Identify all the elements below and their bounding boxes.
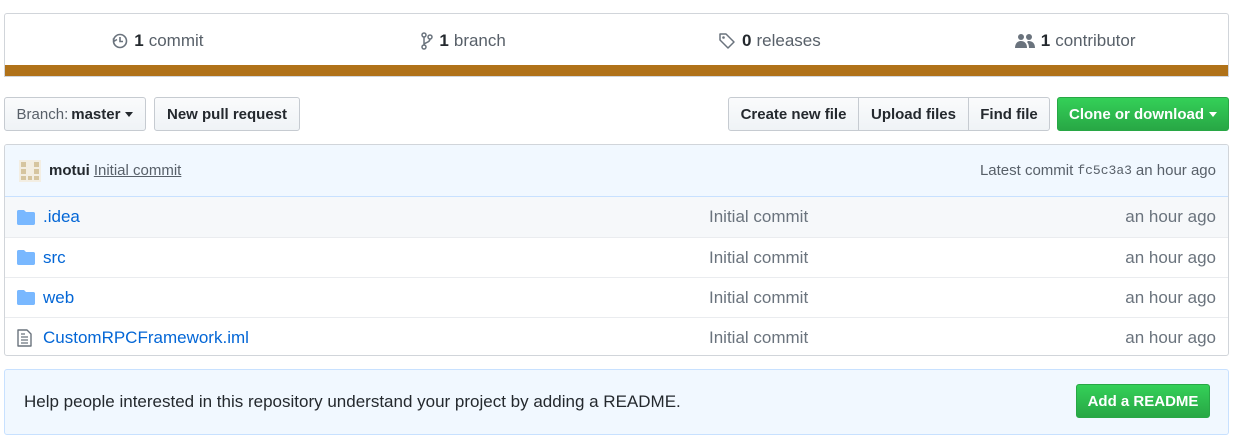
contributors-link[interactable]: 1 contributor (922, 31, 1228, 51)
table-row: web Initial commit an hour ago (5, 277, 1228, 317)
tag-icon (718, 32, 736, 50)
file-name-link[interactable]: CustomRPCFramework.iml (43, 328, 709, 348)
clone-or-download-label: Clone or download (1069, 105, 1204, 123)
branch-prefix: Branch: (16, 105, 69, 123)
file-age: an hour ago (1125, 287, 1216, 307)
folder-icon (17, 250, 39, 265)
file-name-link[interactable]: web (43, 288, 709, 308)
upload-files-button[interactable]: Upload files (858, 97, 969, 131)
commit-age: an hour ago (1135, 162, 1216, 179)
table-row: CustomRPCFramework.iml Initial commit an… (5, 317, 1228, 355)
repo-summary: 1 commit 1 branch 0 releases 1 contribut… (4, 13, 1229, 77)
table-row: src Initial commit an hour ago (5, 237, 1228, 277)
releases-count: 0 (742, 30, 752, 50)
find-file-button[interactable]: Find file (968, 97, 1050, 131)
table-row: .idea Initial commit an hour ago (5, 197, 1228, 237)
latest-commit-info: Latest commit fc5c3a3 an hour ago (980, 162, 1216, 179)
folder-icon (17, 209, 39, 225)
contributors-count: 1 (1040, 30, 1051, 50)
branches-link[interactable]: 1 branch (311, 31, 617, 51)
branch-name: master (71, 105, 121, 123)
releases-label: releases (756, 30, 821, 50)
file-age: an hour ago (1125, 327, 1216, 347)
new-pull-request-button[interactable]: New pull request (154, 97, 300, 131)
latest-commit-prefix: Latest commit (979, 162, 1074, 179)
readme-prompt-text: Help people interested in this repositor… (24, 392, 681, 411)
folder-icon (17, 290, 39, 305)
file-commit-message[interactable]: Initial commit (709, 328, 1125, 348)
commit-message-link[interactable]: Initial commit (94, 162, 182, 179)
file-name-link[interactable]: src (43, 248, 709, 268)
contributors-label: contributor (1055, 30, 1136, 50)
chevron-down-icon (1209, 111, 1217, 117)
commit-sha[interactable]: fc5c3a3 (1077, 163, 1132, 178)
language-bar[interactable] (5, 65, 1228, 76)
releases-link[interactable]: 0 releases (617, 31, 923, 51)
commits-link[interactable]: 1 commit (5, 31, 311, 51)
commits-count: 1 (134, 30, 144, 50)
history-icon (112, 32, 128, 50)
file-icon (17, 328, 39, 347)
file-actions-group: Create new file Upload files Find file (728, 97, 1050, 131)
clone-or-download-button[interactable]: Clone or download (1057, 97, 1229, 131)
commit-author[interactable]: motui (49, 162, 90, 179)
git-branch-icon (421, 31, 434, 50)
commits-label: commit (148, 30, 204, 50)
file-age: an hour ago (1125, 247, 1216, 267)
file-table: motui Initial commit Latest commit fc5c3… (4, 144, 1229, 356)
create-new-file-button[interactable]: Create new file (728, 97, 859, 131)
file-name-link[interactable]: .idea (43, 207, 709, 227)
add-readme-button[interactable]: Add a README (1076, 384, 1210, 418)
avatar[interactable] (19, 159, 41, 182)
file-commit-message[interactable]: Initial commit (709, 288, 1125, 308)
latest-commit-bar: motui Initial commit Latest commit fc5c3… (5, 145, 1228, 197)
branch-select-button[interactable]: Branch: master (4, 97, 146, 131)
file-commit-message[interactable]: Initial commit (709, 248, 1125, 268)
people-icon (1014, 33, 1035, 49)
readme-banner: Help people interested in this repositor… (4, 369, 1229, 435)
branches-label: branch (453, 30, 506, 50)
file-age: an hour ago (1125, 207, 1216, 226)
branches-count: 1 (439, 30, 449, 50)
file-commit-message[interactable]: Initial commit (709, 207, 1125, 227)
chevron-down-icon (125, 111, 134, 117)
